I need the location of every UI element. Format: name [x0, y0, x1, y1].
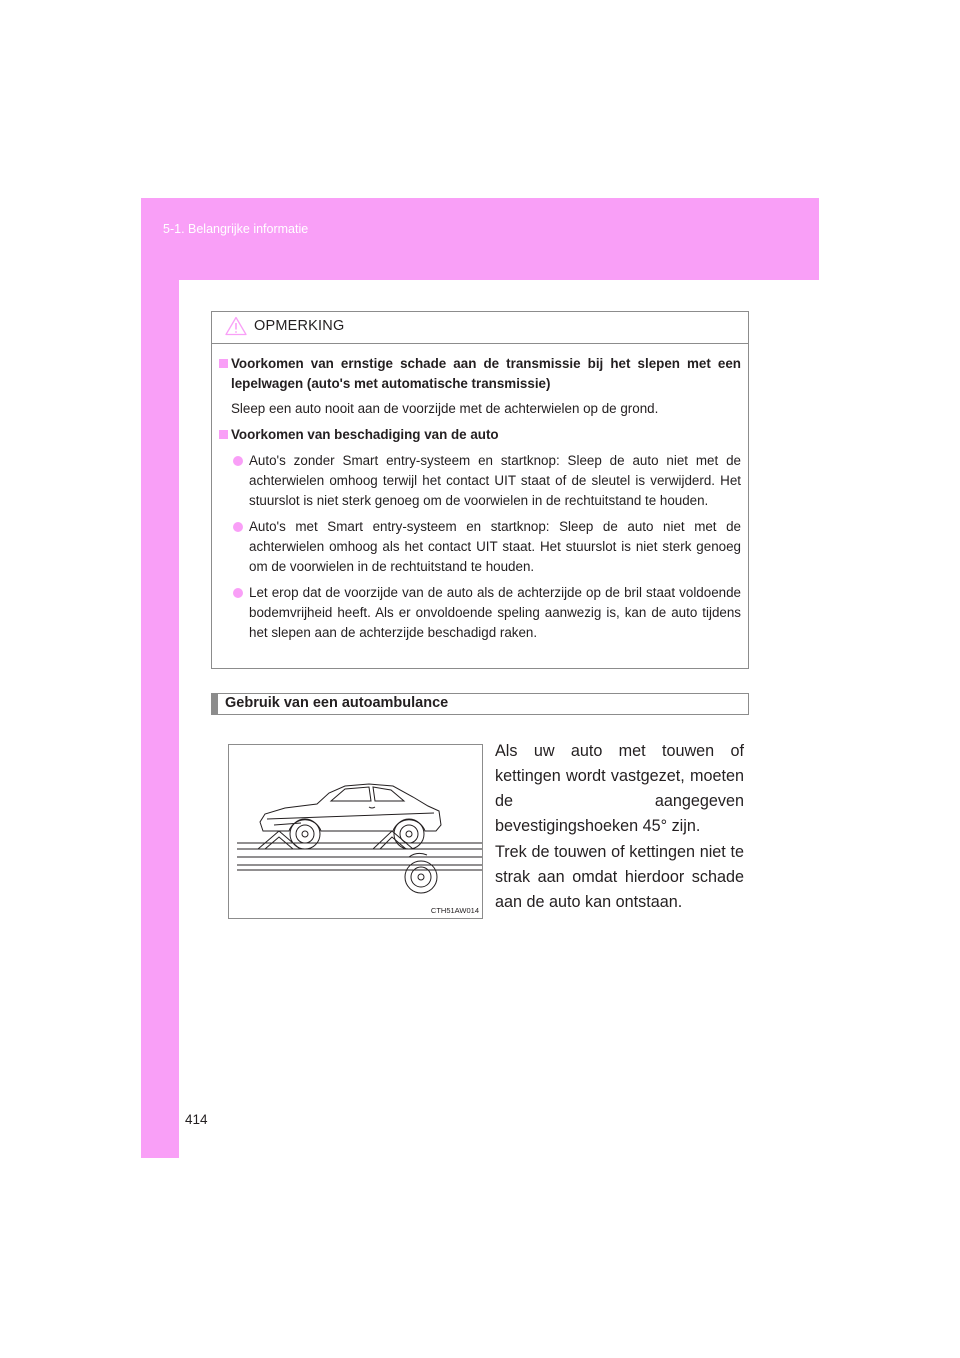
- notice-bullet-item: Auto's met Smart entry-systeem en startk…: [219, 517, 741, 577]
- page-number: 414: [185, 1112, 208, 1127]
- notice-paragraph: Sleep een auto nooit aan de voorzijde me…: [231, 401, 659, 416]
- notice-header: OPMERKING: [212, 312, 748, 344]
- round-bullet-icon: [233, 456, 243, 466]
- round-bullet-icon: [233, 588, 243, 598]
- car-on-trailer-illustration: [237, 783, 482, 894]
- section-marker: [212, 694, 218, 714]
- car-on-trailer-figure: CTH51AW014: [228, 744, 483, 919]
- body-paragraph: Trek de touwen of kettingen niet te stra…: [495, 843, 744, 911]
- header-band: [141, 198, 819, 280]
- notice-heading: Voorkomen van ernstige schade aan de tra…: [219, 354, 741, 394]
- notice-bullet-item: Auto's zonder Smart entry-systeem en sta…: [219, 451, 741, 511]
- notice-body: Voorkomen van ernstige schade aan de tra…: [212, 344, 748, 643]
- body-paragraph: Als uw auto met touwen of kettingen word…: [495, 742, 744, 835]
- square-bullet-icon: [219, 359, 228, 368]
- notice-heading: Voorkomen van beschadiging van de auto: [219, 425, 741, 445]
- notice-box: OPMERKING Voorkomen van ernstige schade …: [211, 311, 749, 669]
- notice-title: OPMERKING: [254, 318, 345, 334]
- section-title: Gebruik van een autoambulance: [225, 695, 449, 711]
- figure-code: CTH51AW014: [430, 906, 479, 915]
- side-tab-band: [141, 280, 179, 1158]
- round-bullet-icon: [233, 522, 243, 532]
- breadcrumb: 5-1. Belangrijke informatie: [163, 222, 309, 236]
- section-heading-bar: Gebruik van een autoambulance: [211, 693, 749, 715]
- square-bullet-icon: [219, 430, 228, 439]
- notice-bullet-item: Let erop dat de voorzijde van de auto al…: [219, 583, 741, 643]
- warning-triangle-icon: [225, 316, 247, 336]
